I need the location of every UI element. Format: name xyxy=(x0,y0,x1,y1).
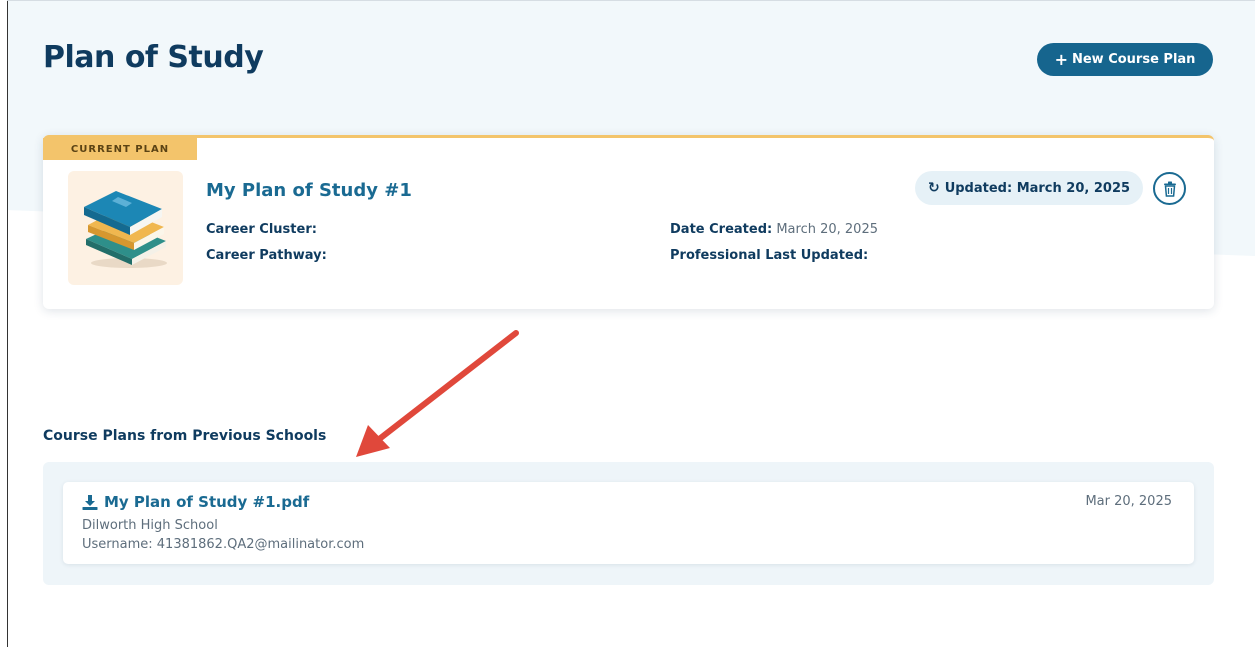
trash-icon xyxy=(1163,181,1176,197)
professional-updated-label: Professional Last Updated: xyxy=(670,248,869,263)
professional-updated-field: Professional Last Updated: xyxy=(670,248,868,263)
updated-status-badge: ↻ Updated: March 20, 2025 xyxy=(915,171,1143,205)
date-created-label: Date Created: xyxy=(670,222,773,237)
previous-plans-list: My Plan of Study #1.pdf Dilworth High Sc… xyxy=(43,462,1214,585)
career-pathway-label: Career Pathway: xyxy=(206,248,327,263)
username-text: Username: 41381862.QA2@mailinator.com xyxy=(82,537,365,552)
window-left-border xyxy=(7,0,8,647)
page-title: Plan of Study xyxy=(43,40,264,75)
stacked-books-icon xyxy=(84,191,167,268)
date-created-field: Date Created: March 20, 2025 xyxy=(670,222,878,237)
download-icon xyxy=(82,494,98,510)
list-item: My Plan of Study #1.pdf Dilworth High Sc… xyxy=(63,482,1194,564)
updated-label: Updated: March 20, 2025 xyxy=(944,180,1131,196)
school-name: Dilworth High School xyxy=(82,518,218,533)
plan-date: Mar 20, 2025 xyxy=(1085,494,1172,509)
plus-icon: + xyxy=(1054,49,1068,69)
refresh-icon: ↻ xyxy=(927,180,940,196)
career-pathway-field: Career Pathway: xyxy=(206,248,327,263)
date-created-value: March 20, 2025 xyxy=(776,222,878,237)
new-course-plan-button[interactable]: + New Course Plan xyxy=(1037,43,1213,76)
previous-schools-heading: Course Plans from Previous Schools xyxy=(43,428,327,444)
career-cluster-label: Career Cluster: xyxy=(206,222,317,237)
current-plan-tag: CURRENT PLAN xyxy=(43,138,197,160)
pdf-download-link[interactable]: My Plan of Study #1.pdf xyxy=(82,493,309,511)
plan-name-link[interactable]: My Plan of Study #1 xyxy=(206,180,412,201)
new-course-plan-label: New Course Plan xyxy=(1071,52,1196,67)
career-cluster-field: Career Cluster: xyxy=(206,222,317,237)
current-plan-card: CURRENT PLAN My Plan of Study #1 Career … xyxy=(43,135,1214,309)
plan-thumbnail xyxy=(68,171,183,285)
delete-plan-button[interactable] xyxy=(1153,172,1186,205)
window-top-border xyxy=(7,0,1255,1)
pdf-file-name: My Plan of Study #1.pdf xyxy=(104,493,310,511)
